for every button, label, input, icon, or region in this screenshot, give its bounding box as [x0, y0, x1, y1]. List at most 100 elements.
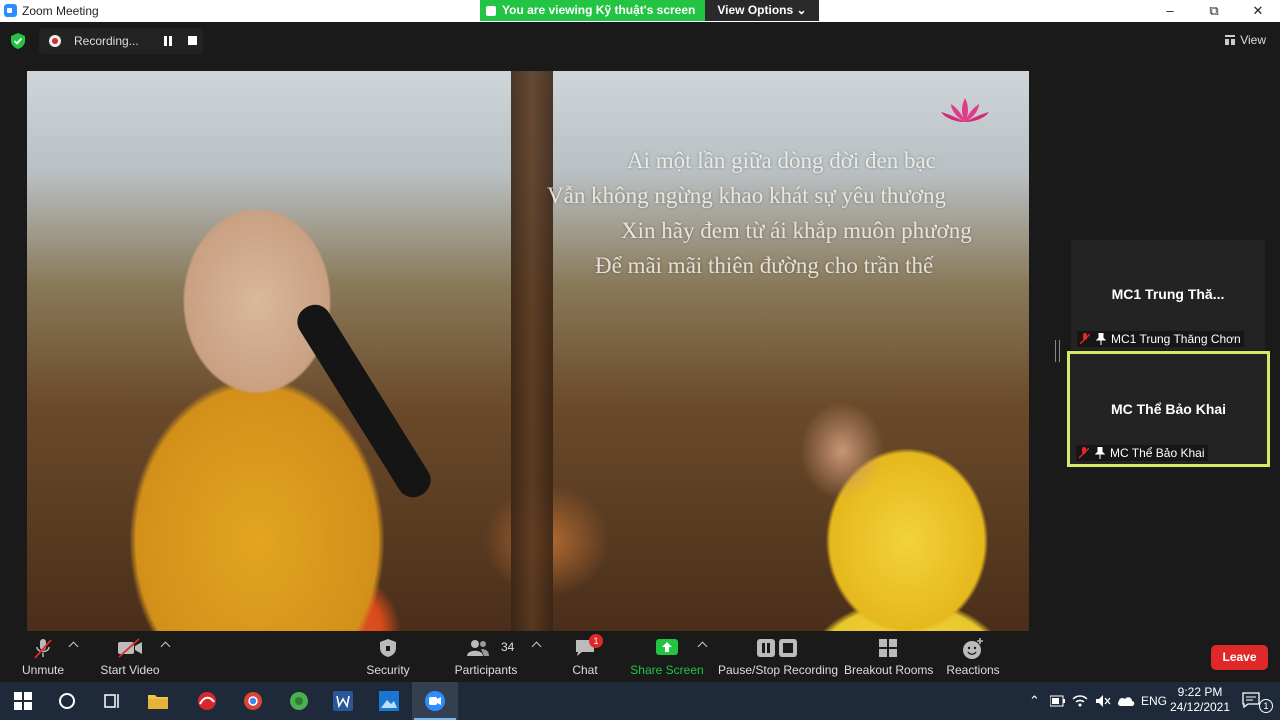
shared-screen-view: Ai một lần giữa dòng đời đen bạc Vẫn khô… [27, 71, 1029, 631]
screen-share-icon [486, 5, 496, 16]
windows-taskbar: ⌃ ENG 9:22 PM 24/12/2021 1 [0, 682, 1280, 720]
chat-label: Chat [572, 663, 598, 677]
security-shield-icon [380, 639, 396, 657]
breakout-rooms-label: Breakout Rooms [844, 663, 934, 677]
clock-date: 24/12/2021 [1169, 700, 1231, 714]
muted-mic-icon [1079, 447, 1089, 459]
start-video-button[interactable]: Start Video [97, 632, 163, 682]
meeting-toolbar: Unmute Start Video Security 34 Participa… [0, 632, 1280, 682]
security-button[interactable]: Security [360, 632, 416, 682]
restore-button[interactable]: ⧉ [1192, 0, 1236, 22]
search-button[interactable] [44, 682, 90, 720]
leave-button[interactable]: Leave [1211, 645, 1268, 670]
browser-icon [244, 692, 262, 710]
participant-name-label: MC Thể Bảo Khai [1076, 445, 1208, 461]
pause-stop-recording-label: Pause/Stop Recording [718, 663, 839, 677]
chat-unread-badge: 1 [589, 634, 603, 648]
security-label: Security [366, 663, 410, 677]
share-screen-label: Share Screen [630, 663, 704, 677]
cortana-circle-icon [59, 693, 75, 709]
participants-label: Participants [454, 663, 518, 677]
volume-muted-icon[interactable] [1095, 694, 1111, 708]
taskbar-app-1[interactable] [184, 682, 230, 720]
clock-time: 9:22 PM [1177, 685, 1223, 699]
pause-recording-icon[interactable] [163, 36, 173, 46]
chat-button[interactable]: 1 Chat [562, 632, 608, 682]
taskbar-app-photos[interactable] [366, 682, 412, 720]
panel-resize-handle[interactable] [1055, 340, 1060, 362]
window-title: Zoom Meeting [22, 4, 99, 18]
viewing-screen-indicator: You are viewing Kỹ thuật's screen [480, 0, 706, 21]
start-video-label: Start Video [100, 663, 160, 677]
breakout-rooms-grid-icon [879, 639, 897, 657]
participant-display-name: MC1 Trung Thă... [1111, 286, 1225, 302]
lyric-line: Xin hãy đem từ ái khắp muôn phương [621, 218, 972, 243]
folder-icon [148, 695, 168, 709]
participants-button[interactable]: 34 Participants [452, 632, 520, 682]
taskbar-app-zoom[interactable] [412, 682, 458, 720]
taskbar-app-word[interactable] [320, 682, 366, 720]
taskbar-app-file-explorer[interactable] [135, 682, 181, 720]
view-grid-icon [1225, 35, 1236, 45]
lyric-line: Để mãi mãi thiên đường cho trần thế [595, 253, 934, 278]
zoom-logo-icon [4, 4, 17, 17]
windows-logo-icon [14, 692, 32, 710]
meeting-top-bar: Recording... View [0, 22, 1280, 60]
participants-count: 34 [501, 640, 515, 654]
muted-mic-icon [34, 639, 52, 659]
lyric-line: Vẫn không ngừng khao khát sự yêu thương [547, 183, 946, 208]
tray-overflow-chevron-icon[interactable]: ⌃ [1029, 682, 1040, 720]
taskbar-app-chrome[interactable] [230, 682, 276, 720]
view-options-button[interactable]: View Options ⌄ [705, 0, 819, 21]
participants-icon [467, 640, 489, 656]
participant-display-name: MC Thể Bảo Khai [1110, 401, 1227, 417]
action-center-button[interactable]: 1 [1234, 682, 1280, 720]
muted-mic-icon [1080, 333, 1090, 345]
unmute-label: Unmute [21, 663, 65, 677]
participant-label-text: MC1 Trung Thăng Chơn [1111, 332, 1241, 346]
language-indicator[interactable]: ENG [1141, 682, 1167, 720]
close-button[interactable]: ✕ [1236, 0, 1280, 22]
share-banner: You are viewing Kỹ thuật's screen View O… [480, 0, 819, 21]
host-pin-icon [1094, 446, 1106, 459]
participant-name-label: MC1 Trung Thăng Chơn [1077, 331, 1244, 347]
windows-start-button[interactable] [0, 682, 46, 720]
breakout-rooms-button[interactable]: Breakout Rooms [844, 632, 934, 682]
taskbar-app-2[interactable] [276, 682, 322, 720]
shield-check-icon[interactable] [11, 33, 25, 49]
app-icon [198, 692, 216, 710]
recording-indicator: Recording... [39, 28, 203, 54]
background-pillar [511, 71, 553, 631]
participant-tile-active[interactable]: MC Thể Bảo Khai MC Thể Bảo Khai [1067, 351, 1270, 467]
reactions-smiley-icon [963, 638, 983, 659]
battery-icon[interactable] [1050, 695, 1066, 707]
lyric-line: Ai một lần giữa dòng đời đen bạc [627, 148, 936, 173]
wifi-icon[interactable] [1072, 694, 1088, 708]
notification-icon [1242, 692, 1260, 708]
participant-label-text: MC Thể Bảo Khai [1110, 446, 1205, 460]
task-view-icon [104, 694, 119, 708]
photos-icon [379, 691, 399, 711]
recording-label: Recording... [74, 34, 139, 48]
taskbar-clock[interactable]: 9:22 PM 24/12/2021 [1168, 685, 1232, 715]
notification-count-badge: 1 [1259, 699, 1273, 713]
pause-stop-icon [757, 639, 797, 657]
task-view-button[interactable] [89, 682, 135, 720]
stop-recording-icon[interactable] [188, 36, 197, 45]
participants-options-caret-icon[interactable] [531, 641, 542, 652]
recording-dot-icon [49, 35, 61, 47]
pause-stop-recording-button[interactable]: Pause/Stop Recording [718, 632, 839, 682]
reactions-label: Reactions [946, 663, 1000, 677]
share-screen-button[interactable]: Share Screen [630, 632, 704, 682]
view-button[interactable]: View [1225, 33, 1266, 47]
video-off-icon [118, 638, 142, 658]
zoom-app-icon [425, 691, 445, 711]
app-icon [290, 692, 308, 710]
unmute-button[interactable]: Unmute [14, 632, 72, 682]
view-label: View [1240, 33, 1266, 47]
minimize-button[interactable]: – [1148, 0, 1192, 22]
share-screen-arrow-icon [656, 639, 678, 655]
onedrive-cloud-icon[interactable] [1117, 695, 1135, 707]
participant-tile[interactable]: MC1 Trung Thă... MC1 Trung Thăng Chơn [1071, 240, 1265, 350]
reactions-button[interactable]: Reactions [944, 632, 1002, 682]
